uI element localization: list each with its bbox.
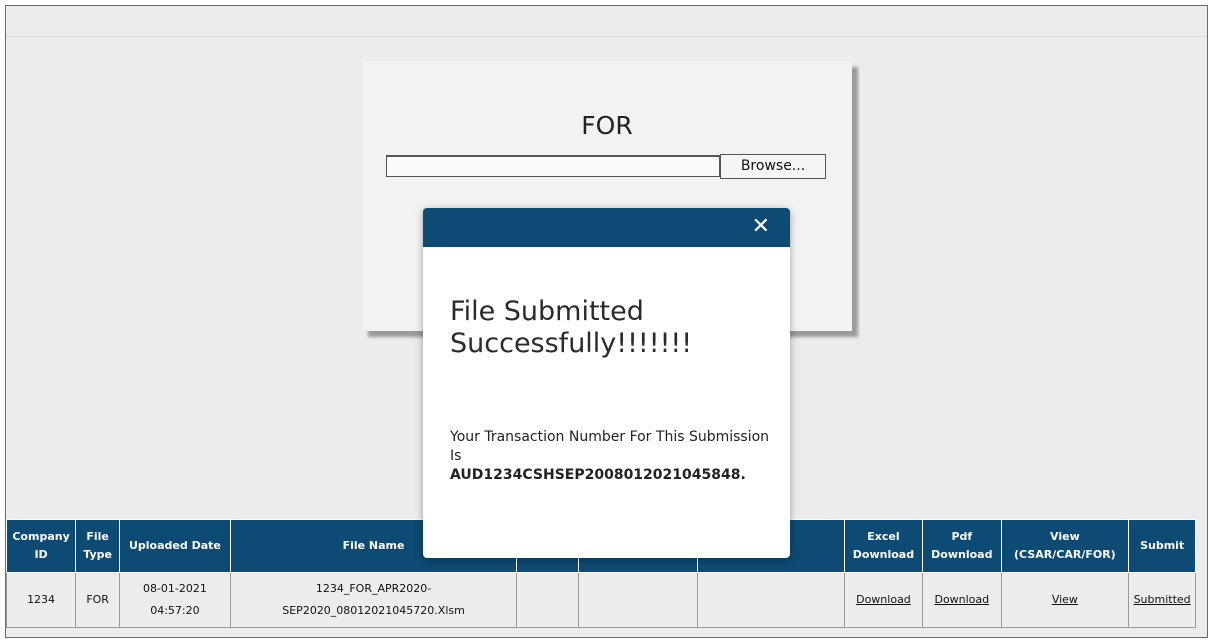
uploaded-date-value: 08-01-2021	[142, 582, 207, 595]
top-divider	[6, 36, 1207, 37]
col-submit: Submit	[1128, 519, 1196, 573]
cell-file-type: FOR	[75, 572, 121, 628]
view-link[interactable]: View	[1052, 593, 1078, 606]
file-name-line1: 1234_FOR_APR2020-	[315, 582, 432, 595]
success-modal: ✕ File Submitted Successfully!!!!!!! You…	[423, 208, 790, 558]
col-excel-download: Excel Download	[843, 519, 924, 573]
submitted-link[interactable]: Submitted	[1134, 593, 1191, 606]
cell-status	[516, 572, 579, 628]
col-company-id: Company ID	[5, 519, 77, 573]
cell-company-id: 1234	[5, 572, 77, 628]
close-icon[interactable]: ✕	[752, 215, 770, 239]
cell-uploaded-date: 08-01-2021 04:57:20	[119, 572, 231, 628]
col-view: View (CSAR/CAR/FOR)	[1000, 519, 1130, 573]
file-name-line2: SEP2020_08012021045720.Xlsm	[282, 604, 465, 617]
table-row: 1234 FOR 08-01-2021 04:57:20 1234_FOR_AP…	[5, 572, 1196, 628]
cell-accepted-date	[696, 572, 845, 628]
pdf-download-link[interactable]: Download	[934, 593, 989, 606]
file-path-input[interactable]	[386, 155, 720, 177]
upload-title: FOR	[581, 111, 633, 140]
modal-message: Your Transaction Number For This Submiss…	[450, 428, 780, 485]
transaction-message: Your Transaction Number For This Submiss…	[450, 429, 770, 464]
cell-view: View	[1000, 572, 1130, 628]
cell-excel-download: Download	[843, 572, 924, 628]
col-uploaded-date: Uploaded Date	[119, 519, 231, 573]
modal-title: File Submitted Successfully!!!!!!!	[450, 296, 693, 359]
col-file-type: File Type	[75, 519, 121, 573]
cell-file-name: 1234_FOR_APR2020- SEP2020_08012021045720…	[229, 572, 518, 628]
cell-submit: Submitted	[1128, 572, 1196, 628]
browse-button[interactable]: Browse...	[720, 154, 826, 179]
excel-download-link[interactable]: Download	[856, 593, 911, 606]
col-pdf-download: Pdf Download	[922, 519, 1002, 573]
modal-header: ✕	[423, 208, 790, 247]
cell-pdf-download: Download	[922, 572, 1002, 628]
cell-reason	[577, 572, 698, 628]
transaction-number: AUD1234CSHSEP2008012021045848.	[450, 467, 746, 483]
uploaded-time-value: 04:57:20	[150, 604, 200, 617]
